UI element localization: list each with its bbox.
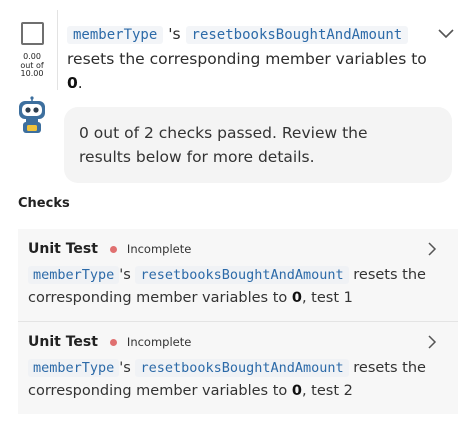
test-title: memberType 's resetbooksBoughtAndAmount … xyxy=(67,22,427,95)
check-code-member-type: memberType xyxy=(28,266,120,284)
title-bold-value: 0 xyxy=(67,74,78,92)
check-bold-value: 0 xyxy=(291,290,302,306)
chevron-right-icon[interactable] xyxy=(427,335,437,349)
check-description: memberType's resetbooksBoughtAndAmount r… xyxy=(28,264,438,310)
check-suffix: , test 2 xyxy=(301,383,353,399)
check-code-member-type: memberType xyxy=(28,359,120,377)
check-item-1[interactable]: Unit Test Incomplete memberType's resetb… xyxy=(18,229,458,321)
chevron-down-icon[interactable] xyxy=(437,26,455,40)
robot-icon xyxy=(19,96,45,133)
assistant-message-bubble: 0 out of 2 checks passed. Review the res… xyxy=(64,107,452,183)
assistant-message: 0 out of 2 checks passed. Review the res… xyxy=(79,124,368,166)
status-dot-icon xyxy=(109,338,117,346)
check-bold-value: 0 xyxy=(291,383,302,399)
check-status: Incomplete xyxy=(126,335,192,349)
check-possessive: 's xyxy=(119,267,131,283)
title-code-function: resetbooksBoughtAndAmount xyxy=(185,26,409,44)
test-checkbox[interactable] xyxy=(20,22,44,45)
check-type: Unit Test xyxy=(28,334,98,350)
check-type: Unit Test xyxy=(28,241,98,257)
header-divider xyxy=(57,10,58,90)
score-max: 10.00 xyxy=(20,69,44,78)
check-item-2[interactable]: Unit Test Incomplete memberType's resetb… xyxy=(18,322,458,414)
check-item-header: Unit Test Incomplete xyxy=(28,240,191,258)
checks-heading: Checks xyxy=(18,196,70,211)
check-suffix: , test 1 xyxy=(301,290,353,306)
check-possessive: 's xyxy=(119,360,131,376)
lab-test-panel: 0.00 out of 10.00 memberType 's resetboo… xyxy=(0,0,465,424)
test-header[interactable]: 0.00 out of 10.00 memberType 's resetboo… xyxy=(0,0,465,92)
check-description: memberType's resetbooksBoughtAndAmount r… xyxy=(28,357,438,403)
status-dot-icon xyxy=(109,245,117,253)
title-period: . xyxy=(77,74,83,92)
title-description: resets the corresponding member variable… xyxy=(67,50,427,68)
score: 0.00 out of 10.00 xyxy=(16,52,48,79)
check-status: Incomplete xyxy=(126,242,192,256)
title-code-member-type: memberType xyxy=(67,26,164,44)
check-code-function: resetbooksBoughtAndAmount xyxy=(135,359,349,377)
check-item-header: Unit Test Incomplete xyxy=(28,333,191,351)
score-column: 0.00 out of 10.00 xyxy=(16,22,48,79)
title-possessive: 's xyxy=(168,25,181,43)
chevron-right-icon[interactable] xyxy=(427,242,437,256)
check-code-function: resetbooksBoughtAndAmount xyxy=(135,266,349,284)
